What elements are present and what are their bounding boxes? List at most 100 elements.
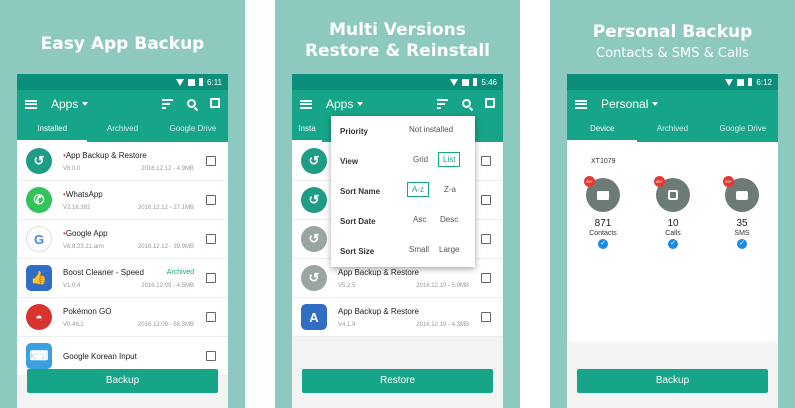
sms-counter[interactable]: 99+ 35 SMS ✓: [722, 176, 762, 249]
calls-label: Calls: [665, 230, 681, 237]
option-z-a[interactable]: Z-a: [444, 185, 456, 194]
option-list[interactable]: List: [438, 152, 461, 167]
option-not-installed[interactable]: Not installed: [409, 125, 453, 134]
app-checkbox[interactable]: [481, 273, 491, 283]
caption-line-2: Restore & Reinstall: [304, 41, 491, 61]
popup-row-view: View Grid List: [331, 146, 475, 176]
list-item[interactable]: G •Google App V6.8.23.21.arm 2016.12.12 -…: [17, 220, 228, 259]
status-time: 6:11: [207, 77, 222, 87]
backup-icon: A: [301, 304, 327, 330]
tab-bar: Installed Archived Google Drive: [17, 118, 228, 142]
app-name: App Backup & Restore: [338, 306, 419, 316]
tab-google-drive[interactable]: Google Drive: [708, 118, 778, 142]
app-checkbox[interactable]: [206, 195, 216, 205]
list-item[interactable]: A App Backup & Restore V4.1.9 2016.12.19 …: [292, 298, 503, 337]
contact-card-glyph: [597, 190, 609, 200]
caption-line-2: Contacts & SMS & Calls: [596, 46, 749, 61]
app-checkbox[interactable]: [206, 273, 216, 283]
phone-screen: 6:11 Apps Installed Archived Google Driv…: [17, 74, 228, 408]
search-icon[interactable]: [462, 98, 471, 108]
app-checkbox[interactable]: [206, 312, 216, 322]
app-name: App Backup & Restore: [65, 150, 147, 160]
toolbar-title[interactable]: Apps: [326, 97, 353, 111]
app-checkbox[interactable]: [206, 234, 216, 244]
status-bar: 5:46: [292, 74, 503, 90]
caption-line-1: Multi Versions: [329, 20, 466, 40]
app-checkbox[interactable]: [206, 351, 216, 361]
app-date-size: 2016.12.12 - 39.9MB: [137, 243, 194, 250]
tab-archived[interactable]: Archived: [87, 118, 157, 142]
app-checkbox[interactable]: [481, 234, 491, 244]
sms-icon: 99+: [723, 176, 759, 212]
status-time: 5:46: [481, 77, 497, 87]
calls-counter[interactable]: 99+ 10 Calls ✓: [653, 176, 693, 249]
chevron-down-icon[interactable]: [652, 102, 659, 106]
toolbar: Apps: [17, 90, 228, 118]
backup-icon: ↺: [301, 265, 327, 291]
select-all-icon[interactable]: [485, 98, 495, 108]
tab-archived[interactable]: Archived: [637, 118, 707, 142]
app-checkbox[interactable]: [206, 156, 216, 166]
option-a-z[interactable]: A-z: [407, 182, 429, 197]
app-date-size: 2016.12.09 - 88.3MB: [137, 321, 194, 328]
app-date-size: 2016.12.19 - 4.3MB: [416, 321, 469, 328]
popup-row-sort-date: Sort Date Asc Desc: [331, 206, 475, 236]
signal-icon: [188, 78, 196, 86]
option-asc[interactable]: Asc: [413, 215, 426, 224]
option-desc[interactable]: Desc: [440, 215, 458, 224]
menu-icon[interactable]: [300, 99, 312, 109]
menu-icon[interactable]: [575, 99, 587, 109]
battery-icon: [199, 78, 204, 86]
app-checkbox[interactable]: [481, 156, 491, 166]
phone-glyph: [668, 190, 678, 200]
menu-icon[interactable]: [25, 99, 37, 109]
chevron-down-icon[interactable]: [82, 102, 89, 106]
status-bar: 6:12: [567, 74, 778, 90]
sort-options-popup: Priority Not installed View Grid List So…: [331, 116, 475, 267]
list-item[interactable]: 👍 Boost Cleaner - Speed V1.0.4 2016.12.09…: [17, 259, 228, 298]
backup-button[interactable]: Backup: [27, 369, 218, 393]
option-large[interactable]: Large: [439, 245, 459, 254]
status-time: 6:12: [756, 77, 772, 87]
app-checkbox[interactable]: [481, 312, 491, 322]
wifi-icon: [725, 78, 734, 86]
backup-icon: ↺: [26, 148, 52, 174]
option-grid[interactable]: Grid: [413, 155, 428, 164]
check-icon[interactable]: ✓: [598, 239, 608, 249]
phone-icon: 99+: [654, 176, 690, 212]
tab-google-drive[interactable]: Google Drive: [158, 118, 228, 142]
sort-icon[interactable]: [162, 98, 173, 109]
contacts-counter[interactable]: 99+ 871 Contacts ✓: [583, 176, 623, 249]
check-icon[interactable]: ✓: [668, 239, 678, 249]
select-all-icon[interactable]: [210, 98, 220, 108]
search-icon[interactable]: [187, 98, 196, 108]
panel-multi-versions: Multi Versions Restore & Reinstall 5:46 …: [275, 0, 520, 408]
restore-button[interactable]: Restore: [302, 369, 493, 393]
list-item[interactable]: ↺ •App Backup & Restore V6.0.0 2016.12.12…: [17, 142, 228, 181]
app-checkbox[interactable]: [481, 195, 491, 205]
app-date-size: 2016.12.12 - 27.1MB: [137, 204, 194, 211]
tab-installed[interactable]: Insta: [292, 118, 322, 142]
app-version: V5.2.5: [338, 282, 356, 289]
toolbar-title[interactable]: Personal: [601, 97, 648, 111]
app-name: Google App: [65, 228, 108, 238]
tab-installed[interactable]: Installed: [17, 118, 88, 142]
check-icon[interactable]: ✓: [737, 239, 747, 249]
chevron-down-icon[interactable]: [357, 102, 364, 106]
tab-device[interactable]: Device: [567, 118, 638, 142]
contacts-count: 871: [594, 218, 612, 229]
sort-icon[interactable]: [437, 98, 448, 109]
wifi-icon: [176, 78, 185, 86]
whatsapp-icon: ✆: [26, 187, 52, 213]
count-badge: 99+: [654, 176, 665, 187]
app-version: V6.8.23.21.arm: [63, 243, 105, 250]
list-item[interactable]: ✆ •WhatsApp V2.16.392 2016.12.12 - 27.1MB: [17, 181, 228, 220]
option-small[interactable]: Small: [409, 245, 429, 254]
contacts-label: Contacts: [589, 230, 617, 237]
app-name: Boost Cleaner - Speed: [63, 267, 144, 277]
list-item[interactable]: ◓ Pokémon GO V0.49.1 2016.12.09 - 88.3MB: [17, 298, 228, 337]
boost-icon: 👍: [26, 265, 52, 291]
backup-button[interactable]: Backup: [577, 369, 768, 393]
app-date-size: 2016.12.09 - 4.5MB: [141, 282, 194, 289]
toolbar-title[interactable]: Apps: [51, 97, 78, 111]
